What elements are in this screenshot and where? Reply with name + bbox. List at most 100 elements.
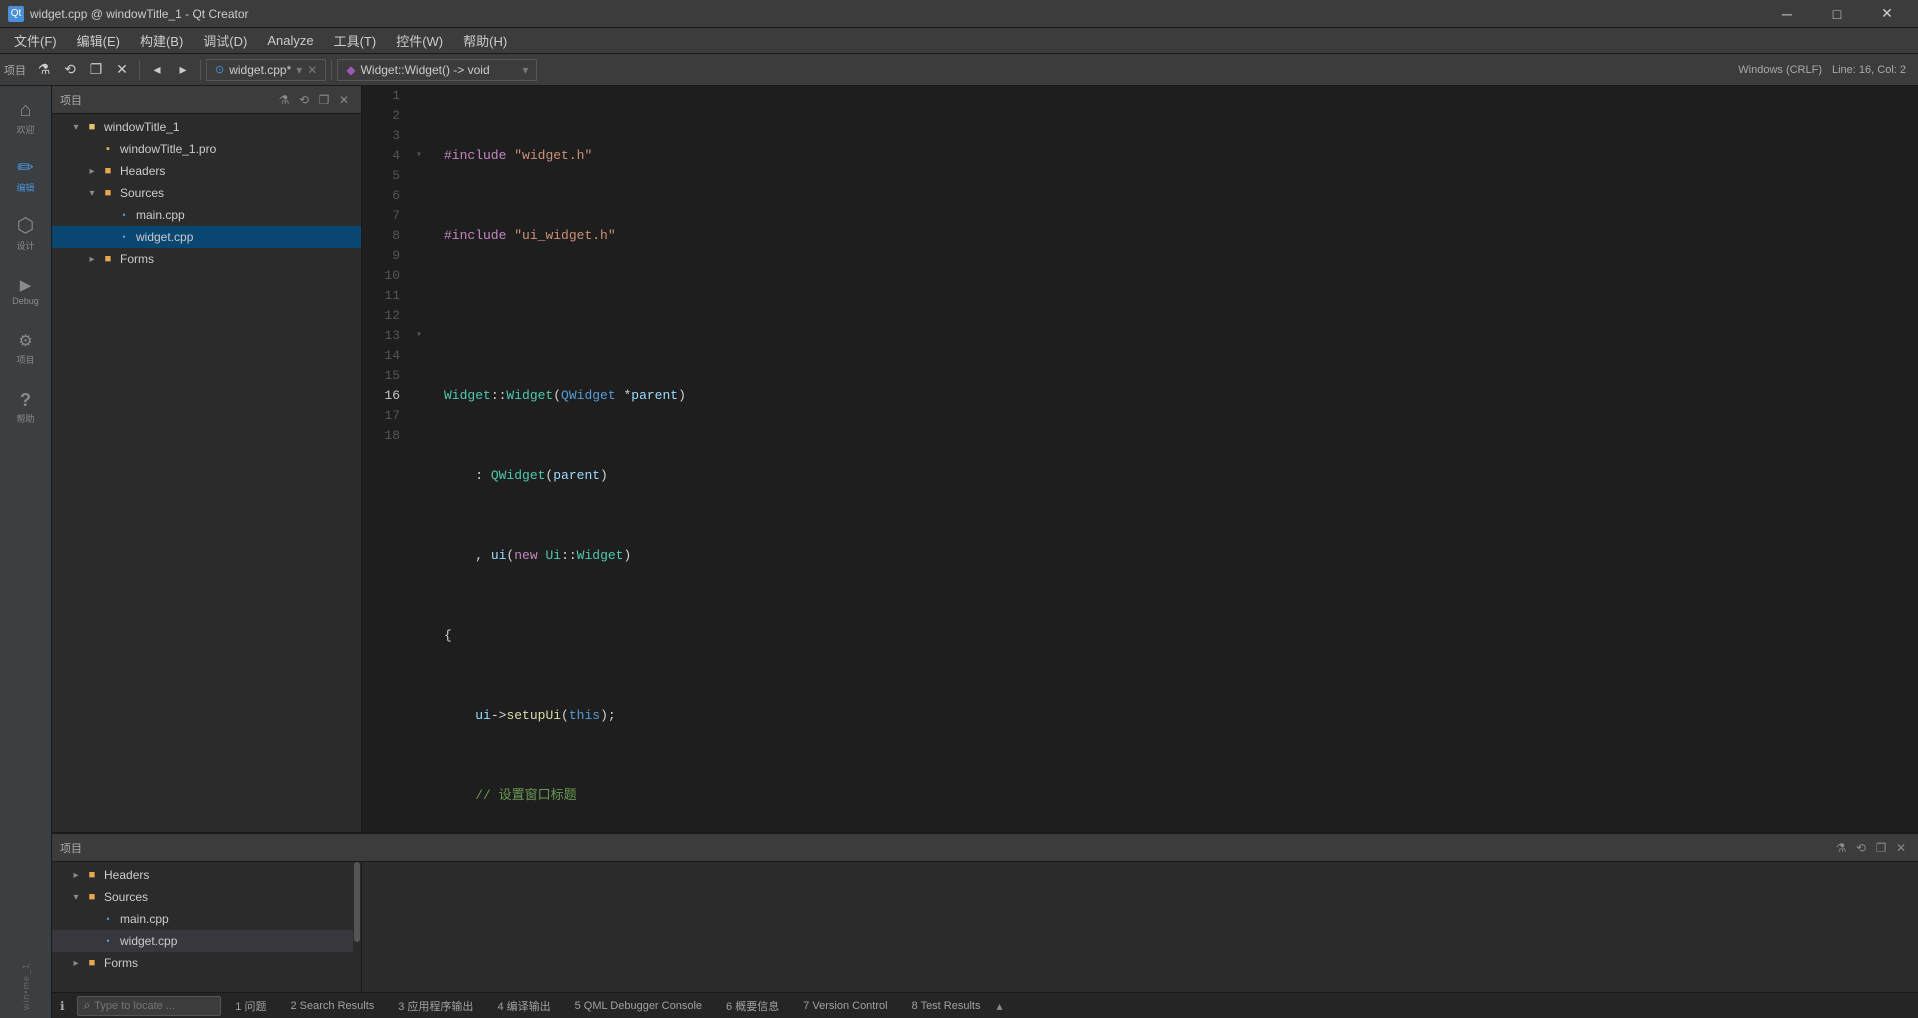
paren-close: ) <box>678 386 686 406</box>
toolbar-forward[interactable]: ▸ <box>171 58 195 82</box>
project-panel: 项目 ⚗ ⟲ ❐ ✕ ▾ ■ windowTitle_1 <box>52 86 362 832</box>
toolbar-collapse[interactable]: ❐ <box>84 58 108 82</box>
search-box[interactable]: ⌕ <box>77 996 222 1016</box>
kw-include2: #include <box>444 226 506 246</box>
sidebar-debug[interactable]: ▶ Debug <box>2 264 50 320</box>
bp-close[interactable]: ✕ <box>1892 839 1910 857</box>
maximize-button[interactable]: □ <box>1814 0 1860 28</box>
tree-widget-cpp[interactable]: ▸ • widget.cpp <box>52 226 361 248</box>
app-icon: Qt <box>8 6 24 22</box>
ln-5: 5 <box>376 166 408 186</box>
menu-debug[interactable]: 调试(D) <box>193 29 257 53</box>
expand-arrow[interactable]: ▾ <box>68 889 84 905</box>
tree-forms[interactable]: ▸ ■ Forms <box>52 248 361 270</box>
code-content[interactable]: #include "widget.h" #include "ui_widget.… <box>436 86 1918 832</box>
tree-sources[interactable]: ▾ ■ Sources <box>52 182 361 204</box>
expand-arrow[interactable]: ▸ <box>84 163 100 179</box>
class-qwidget: QWidget <box>491 466 546 486</box>
expand-arrow[interactable]: ▾ <box>68 119 84 135</box>
minimize-button[interactable]: ─ <box>1764 0 1810 28</box>
toolbar-separator2 <box>200 60 201 80</box>
sidebar-project[interactable]: ⚙ 项目 <box>2 322 50 378</box>
tabs-menu-icon[interactable]: ▴ <box>996 999 1002 1013</box>
bottom-project-label: 项目 <box>60 840 82 856</box>
ln-7: 7 <box>376 206 408 226</box>
func-name: Widget::Widget() -> void <box>361 63 490 77</box>
close-panel-btn[interactable]: ✕ <box>335 91 353 109</box>
ln-16: 16 <box>376 386 408 406</box>
folder-icon: ■ <box>100 251 116 267</box>
var-parent: parent <box>631 386 678 406</box>
menu-edit[interactable]: 编辑(E) <box>67 29 130 53</box>
folder-icon: ■ <box>84 889 100 905</box>
folder-icon: ■ <box>100 185 116 201</box>
file-tab-arrow[interactable]: ▾ <box>296 63 302 77</box>
expand-arrow[interactable]: ▸ <box>68 867 84 883</box>
expand-btn[interactable]: ❐ <box>315 91 333 109</box>
current-file-tab[interactable]: ⊙ widget.cpp* ▾ ✕ <box>206 59 326 81</box>
ln-10: 10 <box>376 266 408 286</box>
toolbar-filter[interactable]: ⚗ <box>32 58 56 82</box>
ln-18: 18 <box>376 426 408 446</box>
expand-arrow[interactable]: ▸ <box>68 955 84 971</box>
sync-btn[interactable]: ⟲ <box>295 91 313 109</box>
code-line-7: { <box>444 626 1918 646</box>
activity-bar: ⌂ 欢迎 ✏ 编辑 ⬡ 设计 ▶ Debug ⚙ 项目 ? 帮助 win•me_… <box>0 86 52 1018</box>
tab-compile[interactable]: 4 编译输出 <box>487 996 560 1016</box>
file-tab-name: widget.cpp* <box>229 63 291 77</box>
bt-widget-cpp[interactable]: ▸ • widget.cpp <box>52 930 361 952</box>
bp-filter[interactable]: ⚗ <box>1832 839 1850 857</box>
bt-sources[interactable]: ▾ ■ Sources <box>52 886 361 908</box>
colon: :: <box>491 386 507 406</box>
search-input[interactable] <box>94 1000 214 1012</box>
toolbar-close-panel[interactable]: ✕ <box>110 58 134 82</box>
scrollbar-thumb[interactable] <box>354 862 360 942</box>
menu-analyze[interactable]: Analyze <box>257 29 323 53</box>
bottom-scrollbar[interactable] <box>353 862 361 992</box>
tab-app-output[interactable]: 3 应用程序输出 <box>388 996 483 1016</box>
menu-help[interactable]: 帮助(H) <box>453 29 517 53</box>
bp-collapse[interactable]: ❐ <box>1872 839 1890 857</box>
folder-icon: ■ <box>84 119 100 135</box>
sidebar-help[interactable]: ? 帮助 <box>2 380 50 436</box>
tab-test[interactable]: 8 Test Results <box>902 998 991 1014</box>
bt-main-cpp[interactable]: ▸ • main.cpp <box>52 908 361 930</box>
class-name2: Widget <box>506 386 553 406</box>
main-toolbar: 项目 ⚗ ⟲ ❐ ✕ ◂ ▸ ⊙ widget.cpp* ▾ ✕ ◆ Widge… <box>0 54 1918 86</box>
function-selector[interactable]: ◆ Widget::Widget() -> void ▾ <box>337 59 537 81</box>
file-tab-close-icon[interactable]: ✕ <box>307 63 317 77</box>
menu-tools[interactable]: 工具(T) <box>324 29 387 53</box>
project-panel-title: 项目 <box>60 92 82 108</box>
bp-sync[interactable]: ⟲ <box>1852 839 1870 857</box>
expand-arrow[interactable]: ▾ <box>84 185 100 201</box>
func-setup: setupUi <box>506 706 561 726</box>
title-bar: Qt widget.cpp @ windowTitle_1 - Qt Creat… <box>0 0 1918 28</box>
tab-qml-debug[interactable]: 5 QML Debugger Console <box>565 998 712 1014</box>
sidebar-design[interactable]: ⬡ 设计 <box>2 206 50 262</box>
bt-forms[interactable]: ▸ ■ Forms <box>52 952 361 974</box>
func-dropdown-icon[interactable]: ▾ <box>522 63 528 77</box>
tab-issues[interactable]: 1 问题 <box>225 996 276 1016</box>
sidebar-edit[interactable]: ✏ 编辑 <box>2 148 50 204</box>
toolbar-sync[interactable]: ⟲ <box>58 58 82 82</box>
tab-search-results[interactable]: 2 Search Results <box>280 998 384 1014</box>
bottom-panel-content: ▸ ■ Headers ▾ ■ Sources <box>52 862 1918 992</box>
close-button[interactable]: ✕ <box>1864 0 1910 28</box>
menu-widgets[interactable]: 控件(W) <box>386 29 453 53</box>
toolbar-back[interactable]: ◂ <box>145 58 169 82</box>
filter-btn[interactable]: ⚗ <box>275 91 293 109</box>
tree-headers[interactable]: ▸ ■ Headers <box>52 160 361 182</box>
tree-pro-file[interactable]: ▸ ▪ windowTitle_1.pro <box>52 138 361 160</box>
expand-arrow[interactable]: ▸ <box>84 251 100 267</box>
fc-16 <box>416 386 436 406</box>
code-editor[interactable]: 1 2 3 4 5 6 7 8 9 10 11 12 13 14 <box>362 86 1918 832</box>
menu-build[interactable]: 构建(B) <box>130 29 193 53</box>
bt-headers[interactable]: ▸ ■ Headers <box>52 864 361 886</box>
sidebar-welcome[interactable]: ⌂ 欢迎 <box>2 90 50 146</box>
tab-concepts[interactable]: 6 概要信息 <box>716 996 789 1016</box>
tree-main-cpp[interactable]: ▸ • main.cpp <box>52 204 361 226</box>
tab-version[interactable]: 7 Version Control <box>793 998 897 1014</box>
tree-root[interactable]: ▾ ■ windowTitle_1 <box>52 116 361 138</box>
menu-file[interactable]: 文件(F) <box>4 29 67 53</box>
brace-open: { <box>444 626 452 646</box>
